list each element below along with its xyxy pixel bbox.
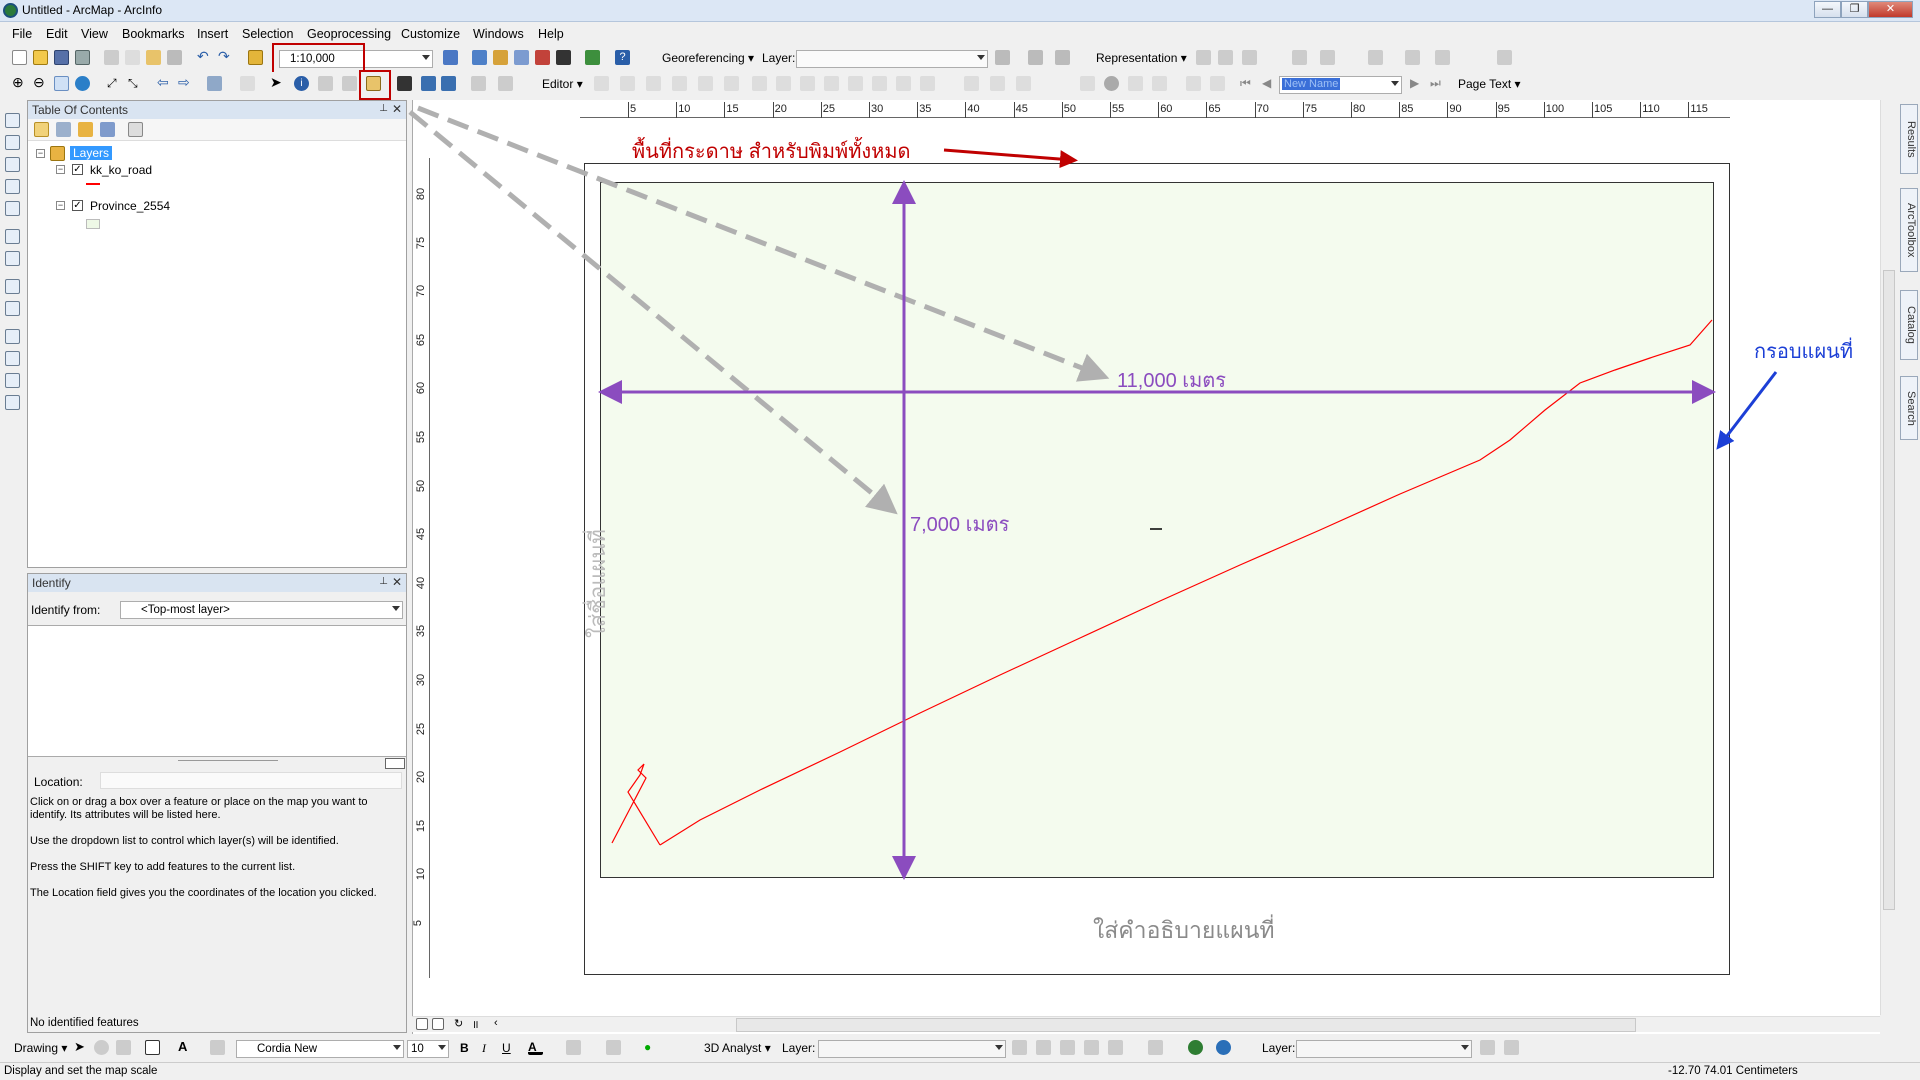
paper-annotation: พื้นที่กระดาษ สำหรับพิมพ์ทั้งหมด (632, 141, 911, 163)
grey-arrow-to-height (408, 110, 898, 515)
catalog-tab[interactable]: Catalog (1900, 290, 1918, 360)
arctoolbox-tab[interactable]: ArcToolbox (1900, 188, 1918, 272)
search-tab[interactable]: Search (1900, 376, 1918, 440)
3d-analyst-label: 3D Analyst (704, 1041, 762, 1055)
select-elements-icon[interactable]: ➤ (74, 1040, 89, 1055)
frame-annotation: กรอบแผนที่ (1754, 341, 1854, 363)
layer-tool-1-icon[interactable] (1480, 1040, 1495, 1055)
chevron-down-icon (393, 1045, 401, 1050)
status-bar: Display and set the map scale -12.70 74.… (0, 1062, 1920, 1080)
arcscene-icon[interactable] (1188, 1040, 1203, 1055)
annotation-overlay (408, 105, 1778, 880)
text-icon[interactable]: A (178, 1040, 193, 1055)
paper-annotation-arrow (943, 148, 1078, 169)
italic-button[interactable]: I (482, 1041, 486, 1056)
status-message: Display and set the map scale (4, 1065, 158, 1077)
search-tab-label: Search (1905, 390, 1917, 426)
chevron-down-icon (438, 1045, 446, 1050)
font-family-value: Cordia New (257, 1043, 318, 1055)
rotate-element-icon[interactable] (94, 1040, 109, 1055)
data-view-icon[interactable] (416, 1018, 428, 1030)
steepest-path-icon[interactable] (1036, 1040, 1051, 1055)
chevron-down-icon (1461, 1045, 1469, 1050)
results-tab-label: Results (1905, 120, 1917, 158)
pause-icon[interactable]: ॥ (472, 1017, 479, 1032)
right-dock: Results ArcToolbox Catalog Search (1898, 100, 1920, 440)
drawing-toolbar: Drawing ▾ ➤ A Cordia New 10 B I U A ● 3D… (0, 1036, 1920, 1060)
results-tab[interactable]: Results (1900, 104, 1918, 174)
fill-color-icon[interactable] (566, 1040, 581, 1055)
frame-annotation-arrow (1716, 371, 1778, 450)
layout-view-icon[interactable] (432, 1018, 444, 1030)
font-size-select[interactable]: 10 (407, 1040, 449, 1058)
drawing-label: Drawing (14, 1041, 59, 1055)
edit-vertices-icon[interactable] (210, 1040, 225, 1055)
line-color-icon[interactable] (606, 1040, 621, 1055)
interpolate-icon[interactable] (1148, 1040, 1163, 1055)
chevron-down-icon (995, 1045, 1003, 1050)
contour-icon[interactable] (1012, 1040, 1027, 1055)
vertical-scrollbar[interactable] (1880, 100, 1896, 1015)
drawing-menu[interactable]: Drawing ▾ (14, 1041, 67, 1055)
underline-button[interactable]: U (502, 1041, 511, 1055)
layer-combo-2[interactable] (1296, 1040, 1472, 1058)
status-coords: -12.70 74.01 Centimeters (1668, 1065, 1798, 1077)
font-size-value: 10 (411, 1043, 424, 1055)
profile-graph-icon[interactable] (1084, 1040, 1099, 1055)
width-label: 11,000 เมตร (1117, 370, 1226, 392)
arctoolbox-tab-label: ArcToolbox (1905, 202, 1917, 258)
3d-analyst-menu[interactable]: 3D Analyst ▾ (704, 1041, 771, 1055)
rectangle-icon[interactable] (145, 1040, 160, 1055)
point-profile-icon[interactable] (1108, 1040, 1123, 1055)
line-of-sight-icon[interactable] (1060, 1040, 1075, 1055)
3d-layer-label: Layer: (782, 1041, 816, 1055)
zoom-whole-page-icon[interactable] (116, 1040, 131, 1055)
height-label: 7,000 เมตร (910, 514, 1010, 536)
horizontal-scroll-thumb[interactable] (736, 1018, 1636, 1032)
3d-layer-combo[interactable] (818, 1040, 1006, 1058)
font-family-select[interactable]: Cordia New (236, 1040, 404, 1058)
layer-tool-2-icon[interactable] (1504, 1040, 1519, 1055)
font-color-icon[interactable]: A (528, 1040, 543, 1055)
arcglobe-icon[interactable] (1216, 1040, 1231, 1055)
scroll-left-icon[interactable]: ‹ (494, 1017, 498, 1029)
road-line (611, 319, 1713, 846)
bold-button[interactable]: B (460, 1041, 469, 1055)
layout-bottom-bar: ↻ ॥ ‹ (412, 1016, 1880, 1032)
catalog-tab-label: Catalog (1905, 306, 1917, 344)
marker-color-icon[interactable]: ● (644, 1040, 659, 1055)
refresh-icon[interactable]: ↻ (454, 1017, 463, 1030)
vertical-scroll-thumb[interactable] (1883, 270, 1895, 910)
layer-label-2: Layer: (1262, 1041, 1296, 1055)
